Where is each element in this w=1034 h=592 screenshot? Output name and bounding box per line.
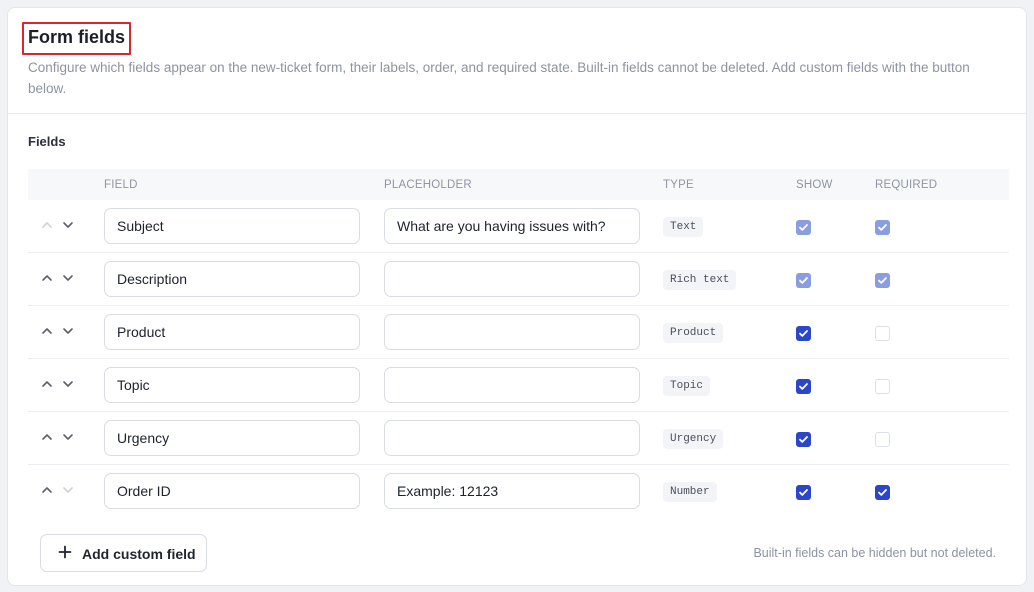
show-checkbox[interactable] xyxy=(796,326,811,341)
type-badge: Number xyxy=(663,482,717,502)
show-checkbox[interactable] xyxy=(796,273,811,288)
table-header: FIELD PLACEHOLDER TYPE SHOW REQUIRED xyxy=(28,169,1009,200)
show-checkbox[interactable] xyxy=(796,220,811,235)
move-down-icon[interactable] xyxy=(62,272,74,284)
table-row: Number xyxy=(28,465,1009,518)
move-down-icon[interactable] xyxy=(62,431,74,443)
type-badge: Rich text xyxy=(663,270,737,290)
column-header-show: SHOW xyxy=(796,179,833,191)
move-down-icon[interactable] xyxy=(62,325,74,337)
card-header: Form fields Configure which fields appea… xyxy=(8,8,1026,114)
table-row: Rich text xyxy=(28,253,1009,306)
required-checkbox[interactable] xyxy=(875,220,890,235)
required-checkbox[interactable] xyxy=(875,432,890,447)
column-header-placeholder: PLACEHOLDER xyxy=(384,179,472,191)
field-label-input[interactable] xyxy=(104,208,360,244)
type-badge: Topic xyxy=(663,376,711,396)
table-row: Product xyxy=(28,306,1009,359)
show-checkbox[interactable] xyxy=(796,379,811,394)
move-down-icon[interactable] xyxy=(62,378,74,390)
move-up-icon[interactable] xyxy=(41,378,53,390)
table-body: Text Rich text Product Topic Urgency xyxy=(28,200,1009,518)
required-checkbox[interactable] xyxy=(875,485,890,500)
footer-note: Built-in fields can be hidden but not de… xyxy=(753,546,996,560)
field-label-input[interactable] xyxy=(104,473,360,509)
page-description: Configure which fields appear on the new… xyxy=(28,60,970,96)
table-row: Topic xyxy=(28,359,1009,412)
table-row: Urgency xyxy=(28,412,1009,465)
placeholder-input[interactable] xyxy=(384,208,640,244)
column-header-type: TYPE xyxy=(663,179,694,191)
fields-table: FIELD PLACEHOLDER TYPE SHOW REQUIRED Tex… xyxy=(28,169,1009,518)
required-checkbox[interactable] xyxy=(875,379,890,394)
form-fields-card: Form fields Configure which fields appea… xyxy=(7,7,1027,586)
move-down-icon[interactable] xyxy=(62,484,74,496)
show-checkbox[interactable] xyxy=(796,432,811,447)
type-badge: Urgency xyxy=(663,429,724,449)
plus-icon xyxy=(58,545,72,562)
move-up-icon[interactable] xyxy=(41,325,53,337)
field-label-input[interactable] xyxy=(104,367,360,403)
placeholder-input[interactable] xyxy=(384,314,640,350)
table-row: Text xyxy=(28,200,1009,253)
field-label-input[interactable] xyxy=(104,420,360,456)
fields-section-label: Fields xyxy=(28,134,66,149)
placeholder-input[interactable] xyxy=(384,473,640,509)
page-title: Form fields xyxy=(28,27,126,47)
required-checkbox[interactable] xyxy=(875,326,890,341)
add-custom-field-label: Add custom field xyxy=(82,546,196,562)
required-checkbox[interactable] xyxy=(875,273,890,288)
move-down-icon[interactable] xyxy=(62,219,74,231)
move-up-icon[interactable] xyxy=(41,219,53,231)
show-checkbox[interactable] xyxy=(796,485,811,500)
type-badge: Product xyxy=(663,323,724,343)
placeholder-input[interactable] xyxy=(384,420,640,456)
placeholder-input[interactable] xyxy=(384,367,640,403)
field-label-input[interactable] xyxy=(104,314,360,350)
column-header-required: REQUIRED xyxy=(875,179,938,191)
move-up-icon[interactable] xyxy=(41,431,53,443)
column-header-field: FIELD xyxy=(104,179,138,191)
add-custom-field-button[interactable]: Add custom field xyxy=(40,534,207,572)
move-up-icon[interactable] xyxy=(41,272,53,284)
placeholder-input[interactable] xyxy=(384,261,640,297)
type-badge: Text xyxy=(663,217,704,237)
move-up-icon[interactable] xyxy=(41,484,53,496)
field-label-input[interactable] xyxy=(104,261,360,297)
